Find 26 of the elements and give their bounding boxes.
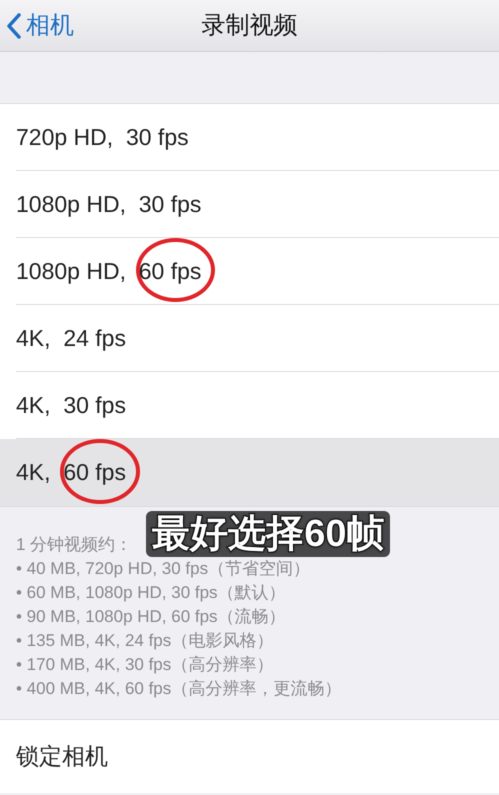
- frame-rate-label: 30 fps: [138, 190, 202, 217]
- settings-row[interactable]: 锁定相机: [0, 719, 499, 793]
- frame-rate-label: 24 fps: [63, 324, 126, 351]
- format-label: 4K,: [16, 390, 52, 420]
- notes-heading: 1 分钟视频约：: [16, 534, 132, 556]
- size-note: • 60 MB, 1080p HD, 30 fps（默认）: [16, 582, 287, 604]
- size-note: • 135 MB, 4K, 24 fps（电影风格）: [16, 630, 274, 652]
- format-label: 1080p HD,: [16, 190, 127, 219]
- size-note: • 90 MB, 1080p HD, 60 fps（流畅）: [16, 606, 287, 628]
- frame-rate-label: 30 fps: [126, 124, 189, 150]
- frame-rate-label: 60 fps: [63, 459, 126, 486]
- frame-rate-label: 30 fps: [63, 392, 126, 418]
- size-note: • 400 MB, 4K, 60 fps（高分辨率，更流畅）: [16, 678, 342, 700]
- video-caption: 最好选择60帧: [146, 511, 390, 557]
- format-label: 720p HD,: [16, 122, 114, 152]
- row-label: 锁定相机: [16, 742, 108, 772]
- frame-rate-label: 60 fps: [138, 258, 202, 284]
- size-note: • 40 MB, 720p HD, 30 fps（节省空间）: [16, 558, 312, 580]
- video-format-option[interactable]: 4K, 60 fps: [0, 439, 499, 506]
- window-title: 录制视频: [202, 10, 298, 40]
- format-label: 4K,: [16, 324, 52, 353]
- size-note: • 170 MB, 4K, 30 fps（高分辨率）: [16, 654, 274, 676]
- format-label: 1080p HD,: [16, 256, 127, 286]
- format-label: 4K,: [16, 458, 52, 488]
- back-button[interactable]: 相机: [0, 8, 74, 44]
- back-chevron-icon: [6, 12, 22, 38]
